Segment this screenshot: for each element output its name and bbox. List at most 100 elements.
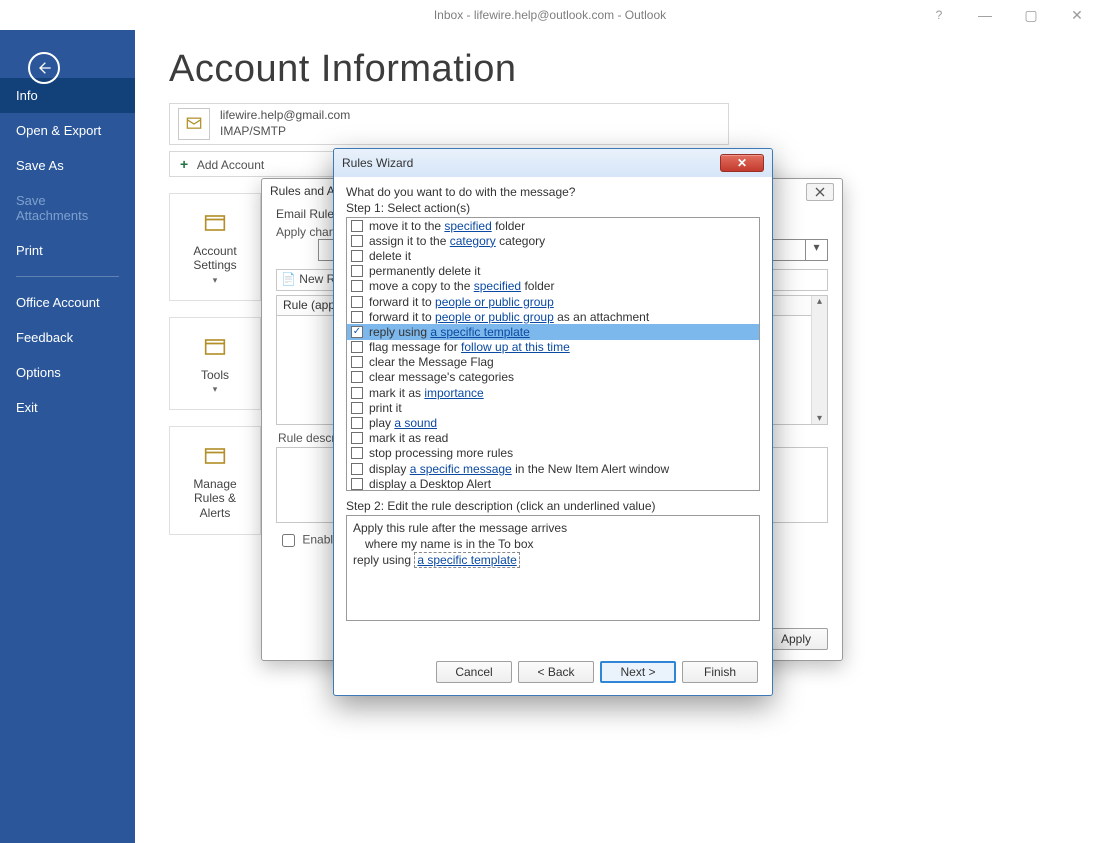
- action-row[interactable]: move it to the specified folder: [347, 218, 759, 233]
- action-row[interactable]: clear message's categories: [347, 370, 759, 385]
- action-row[interactable]: flag message for follow up at this time: [347, 340, 759, 355]
- tile-tools[interactable]: Tools▾: [169, 317, 261, 410]
- chevron-down-icon: ▾: [178, 384, 252, 395]
- action-link[interactable]: follow up at this time: [461, 340, 570, 354]
- action-checkbox[interactable]: [351, 402, 363, 414]
- action-checkbox[interactable]: [351, 280, 363, 292]
- next-button[interactable]: Next >: [600, 661, 676, 683]
- account-email: lifewire.help@gmail.com: [220, 108, 350, 124]
- action-row[interactable]: reply using a specific template: [347, 324, 759, 339]
- action-link[interactable]: category: [450, 234, 496, 248]
- action-checkbox[interactable]: [351, 220, 363, 232]
- action-link[interactable]: people or public group: [435, 310, 554, 324]
- sidebar-item-feedback[interactable]: Feedback: [0, 320, 135, 355]
- action-text: play a sound: [369, 416, 437, 430]
- action-link[interactable]: specified: [444, 219, 491, 233]
- action-link[interactable]: people or public group: [435, 295, 554, 309]
- action-link[interactable]: a specific message: [410, 462, 512, 476]
- action-row[interactable]: move a copy to the specified folder: [347, 279, 759, 294]
- window-titlebar: Inbox - lifewire.help@outlook.com - Outl…: [0, 0, 1100, 30]
- action-row[interactable]: play a sound: [347, 415, 759, 430]
- tile-label: Account Settings: [178, 244, 252, 273]
- sidebar-item-print[interactable]: Print: [0, 233, 135, 268]
- close-button[interactable]: ✕: [1054, 0, 1100, 30]
- desc-template-link[interactable]: a specific template: [414, 552, 519, 568]
- back-button[interactable]: < Back: [518, 661, 594, 683]
- action-checkbox[interactable]: [351, 296, 363, 308]
- action-checkbox[interactable]: [351, 371, 363, 383]
- action-text: clear the Message Flag: [369, 355, 494, 369]
- sidebar-item-open-export[interactable]: Open & Export: [0, 113, 135, 148]
- finish-button[interactable]: Finish: [682, 661, 758, 683]
- action-text: reply using a specific template: [369, 325, 530, 339]
- sidebar-item-options[interactable]: Options: [0, 355, 135, 390]
- enable-rss-checkbox[interactable]: [282, 534, 295, 547]
- scrollbar[interactable]: ▴ ▾: [811, 296, 827, 424]
- wizard-actions-list[interactable]: move it to the specified folderassign it…: [346, 217, 760, 491]
- action-row[interactable]: forward it to people or public group as …: [347, 309, 759, 324]
- tile-account-settings[interactable]: Account Settings▾: [169, 193, 261, 301]
- rules-wizard-dialog: Rules Wizard ✕ What do you want to do wi…: [333, 148, 773, 696]
- action-text: display a Desktop Alert: [369, 477, 491, 491]
- sidebar-item-save-attachments: Save Attachments: [0, 183, 135, 233]
- action-link[interactable]: importance: [424, 386, 483, 400]
- mailbox-icon: [178, 330, 252, 364]
- wizard-rule-description: Apply this rule after the message arrive…: [346, 515, 760, 621]
- maximize-button[interactable]: ▢: [1008, 0, 1054, 30]
- action-link[interactable]: specified: [474, 279, 521, 293]
- action-text: flag message for follow up at this time: [369, 340, 570, 354]
- action-checkbox[interactable]: [351, 463, 363, 475]
- action-checkbox[interactable]: [351, 447, 363, 459]
- action-checkbox[interactable]: [351, 341, 363, 353]
- action-checkbox[interactable]: [351, 265, 363, 277]
- email-rules-tab[interactable]: Email Rules: [276, 207, 340, 221]
- cancel-button[interactable]: Cancel: [436, 661, 512, 683]
- rules-dialog-close-button[interactable]: [806, 183, 834, 201]
- action-row[interactable]: clear the Message Flag: [347, 355, 759, 370]
- wizard-step1-label: Step 1: Select action(s): [346, 201, 760, 215]
- sidebar-item-office-account[interactable]: Office Account: [0, 285, 135, 320]
- action-checkbox[interactable]: [351, 478, 363, 490]
- wizard-question: What do you want to do with the message?: [346, 185, 760, 199]
- action-text: move it to the specified folder: [369, 219, 525, 233]
- action-row[interactable]: permanently delete it: [347, 264, 759, 279]
- action-checkbox[interactable]: [351, 326, 363, 338]
- action-checkbox[interactable]: [351, 235, 363, 247]
- action-row[interactable]: stop processing more rules: [347, 446, 759, 461]
- action-row[interactable]: display a Desktop Alert: [347, 476, 759, 491]
- apply-button[interactable]: Apply: [764, 628, 828, 650]
- desc-line3-pre: reply using: [353, 553, 414, 567]
- action-link[interactable]: a specific template: [430, 325, 529, 339]
- action-row[interactable]: mark it as read: [347, 431, 759, 446]
- action-checkbox[interactable]: [351, 311, 363, 323]
- window-title: Inbox - lifewire.help@outlook.com - Outl…: [434, 8, 666, 22]
- account-selector[interactable]: lifewire.help@gmail.com IMAP/SMTP: [169, 103, 729, 145]
- sidebar-item-save-as[interactable]: Save As: [0, 148, 135, 183]
- action-checkbox[interactable]: [351, 432, 363, 444]
- action-text: forward it to people or public group as …: [369, 310, 649, 324]
- action-text: print it: [369, 401, 402, 415]
- help-button[interactable]: ?: [916, 0, 962, 30]
- action-checkbox[interactable]: [351, 417, 363, 429]
- action-link[interactable]: a sound: [394, 416, 437, 430]
- action-row[interactable]: delete it: [347, 248, 759, 263]
- minimize-button[interactable]: —: [962, 0, 1008, 30]
- back-button[interactable]: [28, 52, 60, 84]
- account-icon: [178, 108, 210, 140]
- action-text: display a specific message in the New It…: [369, 462, 669, 476]
- action-row[interactable]: display a specific message in the New It…: [347, 461, 759, 476]
- wizard-close-button[interactable]: ✕: [720, 154, 764, 172]
- tile-manage-rules-alerts[interactable]: Manage Rules & Alerts: [169, 426, 261, 535]
- sidebar-item-exit[interactable]: Exit: [0, 390, 135, 425]
- action-row[interactable]: forward it to people or public group: [347, 294, 759, 309]
- action-checkbox[interactable]: [351, 387, 363, 399]
- action-text: move a copy to the specified folder: [369, 279, 554, 293]
- action-checkbox[interactable]: [351, 250, 363, 262]
- tile-label: Manage Rules & Alerts: [178, 477, 252, 520]
- desc-line1: Apply this rule after the message arrive…: [353, 520, 753, 536]
- action-row[interactable]: mark it as importance: [347, 385, 759, 400]
- action-row[interactable]: print it: [347, 400, 759, 415]
- action-checkbox[interactable]: [351, 356, 363, 368]
- sidebar-item-info[interactable]: Info: [0, 78, 135, 113]
- action-row[interactable]: assign it to the category category: [347, 233, 759, 248]
